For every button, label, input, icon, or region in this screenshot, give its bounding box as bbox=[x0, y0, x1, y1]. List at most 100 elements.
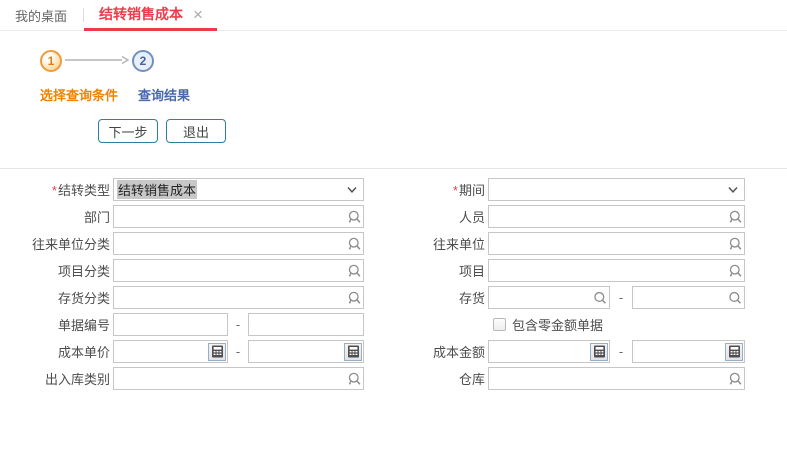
form-row-unit-cost-range: 成本单价 - bbox=[0, 340, 364, 363]
ref-lookup-icon[interactable] bbox=[346, 290, 361, 305]
arrow-right-icon bbox=[64, 54, 130, 69]
form-row-inventory-category: 存货分类 bbox=[0, 286, 364, 309]
doc-number-range-input[interactable] bbox=[113, 313, 228, 336]
range-separator: - bbox=[610, 290, 632, 305]
period-select[interactable] bbox=[488, 178, 745, 201]
doc-number-range-label: 单据编号 bbox=[58, 318, 110, 333]
field-cost-amount-range: - bbox=[488, 340, 745, 363]
form-row-department: 部门 bbox=[0, 205, 364, 228]
partner-input[interactable] bbox=[488, 232, 745, 255]
exit-button[interactable]: 退出 bbox=[166, 119, 226, 143]
form-row-cost-amount-range: 成本金额 - bbox=[369, 340, 745, 363]
doc-number-range-input[interactable] bbox=[248, 313, 364, 336]
calculator-icon[interactable] bbox=[590, 343, 608, 361]
close-icon[interactable]: × bbox=[193, 6, 203, 23]
ref-lookup-icon[interactable] bbox=[346, 209, 361, 224]
inout-category-label: 出入库类别 bbox=[45, 372, 110, 387]
field-label-inventory-category: 存货分类 bbox=[0, 288, 113, 307]
project-inputbox bbox=[488, 259, 745, 282]
form-row-warehouse: 仓库 bbox=[369, 367, 745, 390]
carryover-type-label: 结转类型 bbox=[58, 183, 110, 198]
ref-lookup-icon[interactable] bbox=[346, 371, 361, 386]
cost-amount-range-label: 成本金额 bbox=[433, 345, 485, 360]
cost-amount-range-inputbox bbox=[632, 340, 745, 363]
calculator-icon[interactable] bbox=[725, 343, 743, 361]
calculator-icon[interactable] bbox=[344, 343, 362, 361]
field-label-warehouse: 仓库 bbox=[369, 369, 488, 388]
form-row-project-category: 项目分类 bbox=[0, 259, 364, 282]
ref-lookup-icon[interactable] bbox=[727, 371, 742, 386]
page: 我的桌面 结转销售成本 × 1 2 选择查询条件 查询结果 下一步 退出 * bbox=[0, 0, 787, 454]
inventory-category-label: 存货分类 bbox=[58, 291, 110, 306]
form-row-personnel: 人员 bbox=[369, 205, 745, 228]
doc-number-range-inputbox bbox=[248, 313, 364, 336]
field-inventory-category bbox=[113, 286, 364, 309]
step-1-circle: 1 bbox=[40, 50, 62, 72]
form-row-doc-number-range: 单据编号- bbox=[0, 313, 364, 336]
tab-carryover-sales-cost[interactable]: 结转销售成本 × bbox=[84, 0, 217, 31]
inventory-category-input[interactable] bbox=[113, 286, 364, 309]
project-category-input[interactable] bbox=[113, 259, 364, 282]
warehouse-label: 仓库 bbox=[459, 372, 485, 387]
ref-lookup-icon[interactable] bbox=[727, 236, 742, 251]
search-icon[interactable] bbox=[593, 291, 607, 305]
step-2-label: 查询结果 bbox=[138, 85, 190, 104]
field-label-project: 项目 bbox=[369, 261, 488, 280]
personnel-label: 人员 bbox=[459, 210, 485, 225]
field-department bbox=[113, 205, 364, 228]
carryover-type-selected-value: 结转销售成本 bbox=[117, 180, 197, 199]
unit-cost-range-label: 成本单价 bbox=[58, 345, 110, 360]
field-label-period: *期间 bbox=[369, 180, 488, 199]
chevron-down-icon[interactable] bbox=[347, 186, 357, 193]
project-category-label: 项目分类 bbox=[58, 264, 110, 279]
field-label-partner: 往来单位 bbox=[369, 234, 488, 253]
field-label-unit-cost-range: 成本单价 bbox=[0, 342, 113, 361]
include-zero-amount-checkbox[interactable]: 包含零金额单据 bbox=[493, 315, 603, 334]
field-warehouse bbox=[488, 367, 745, 390]
partner-category-input[interactable] bbox=[113, 232, 364, 255]
project-label: 项目 bbox=[459, 264, 485, 279]
personnel-input[interactable] bbox=[488, 205, 745, 228]
carryover-type-select[interactable]: 结转销售成本 bbox=[113, 178, 364, 201]
field-partner-category bbox=[113, 232, 364, 255]
department-inputbox bbox=[113, 205, 364, 228]
cost-amount-range-inputbox bbox=[488, 340, 610, 363]
partner-inputbox bbox=[488, 232, 745, 255]
inout-category-input[interactable] bbox=[113, 367, 364, 390]
partner-category-inputbox bbox=[113, 232, 364, 255]
ref-lookup-icon[interactable] bbox=[727, 209, 742, 224]
inventory-range-label: 存货 bbox=[459, 291, 485, 306]
ref-lookup-icon[interactable] bbox=[346, 263, 361, 278]
inventory-range-input[interactable] bbox=[488, 286, 610, 309]
chevron-down-icon[interactable] bbox=[728, 186, 738, 193]
form-row-project: 项目 bbox=[369, 259, 745, 282]
search-icon[interactable] bbox=[728, 291, 742, 305]
partner-label: 往来单位 bbox=[433, 237, 485, 252]
unit-cost-range-inputbox bbox=[248, 340, 364, 363]
form-row-period: *期间 bbox=[369, 178, 745, 201]
period-label: 期间 bbox=[459, 183, 485, 198]
form-row-include-zero-amount: 包含零金额单据 bbox=[369, 313, 745, 336]
tab-my-desktop[interactable]: 我的桌面 bbox=[0, 0, 83, 30]
required-marker: * bbox=[453, 183, 458, 198]
tab-bar: 我的桌面 结转销售成本 × bbox=[0, 0, 787, 31]
range-separator: - bbox=[228, 344, 248, 359]
range-separator: - bbox=[610, 344, 632, 359]
project-input[interactable] bbox=[488, 259, 745, 282]
department-input[interactable] bbox=[113, 205, 364, 228]
field-personnel bbox=[488, 205, 745, 228]
query-condition-form: *结转类型结转销售成本部门往来单位分类项目分类存货分类单据编号-成本单价-出入库… bbox=[0, 169, 787, 394]
checkbox-icon[interactable] bbox=[493, 318, 506, 331]
field-partner bbox=[488, 232, 745, 255]
form-row-carryover-type: *结转类型结转销售成本 bbox=[0, 178, 364, 201]
tab-active-label: 结转销售成本 bbox=[99, 4, 183, 24]
warehouse-input[interactable] bbox=[488, 367, 745, 390]
form-row-partner: 往来单位 bbox=[369, 232, 745, 255]
field-label-project-category: 项目分类 bbox=[0, 261, 113, 280]
ref-lookup-icon[interactable] bbox=[727, 263, 742, 278]
field-carryover-type: 结转销售成本 bbox=[113, 178, 364, 201]
calculator-icon[interactable] bbox=[208, 343, 226, 361]
ref-lookup-icon[interactable] bbox=[346, 236, 361, 251]
next-step-button[interactable]: 下一步 bbox=[98, 119, 158, 143]
field-label-personnel: 人员 bbox=[369, 207, 488, 226]
